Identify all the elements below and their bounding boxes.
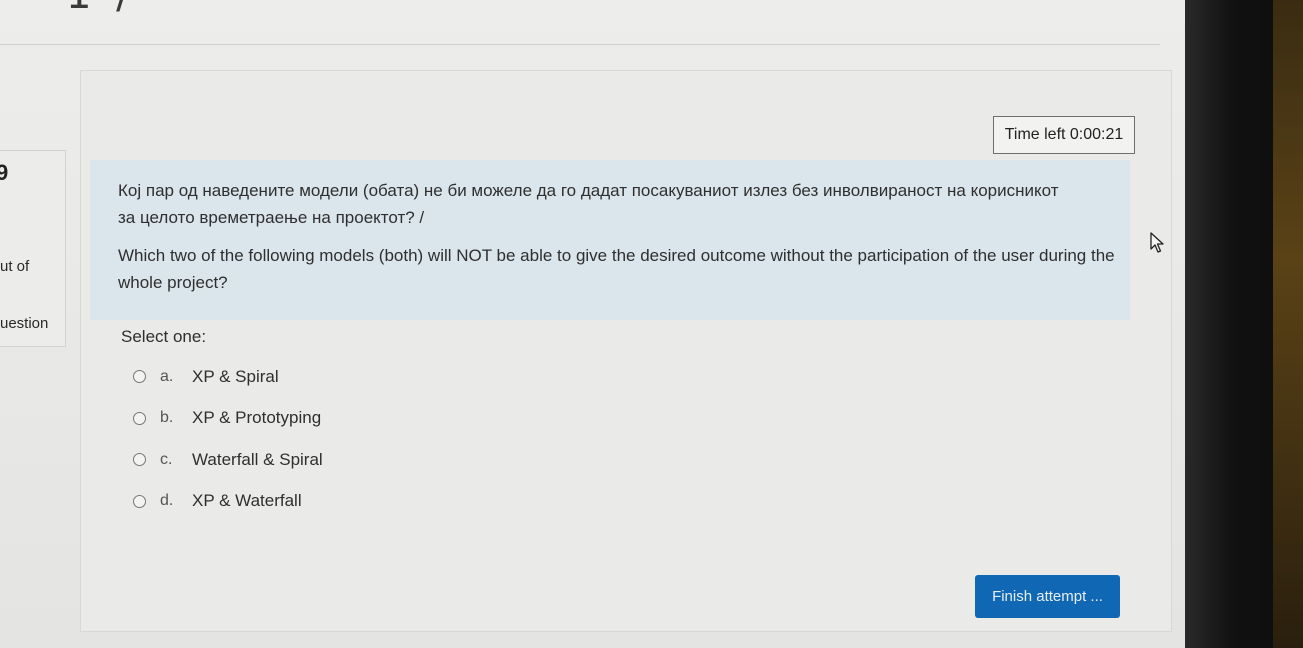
divider	[0, 44, 1160, 45]
time-left-indicator: Time left 0:00:21	[993, 116, 1135, 154]
option-c[interactable]: c. Waterfall & Spiral	[133, 439, 323, 481]
option-text: XP & Waterfall	[192, 491, 302, 511]
monitor-bezel	[1185, 0, 1303, 648]
radio-button[interactable]	[133, 411, 146, 425]
flag-question-link[interactable]: uestion	[0, 315, 48, 332]
question-number: 9	[0, 160, 9, 185]
select-one-label: Select one:	[121, 327, 207, 346]
option-d[interactable]: d. XP & Waterfall	[133, 481, 323, 523]
option-text: XP & Spiral	[192, 366, 279, 386]
question-card	[80, 70, 1172, 632]
option-text: Waterfall & Spiral	[192, 449, 323, 469]
option-letter: b.	[160, 409, 174, 427]
radio-button[interactable]	[133, 370, 146, 384]
mouse-pointer-icon	[1150, 232, 1164, 253]
option-b[interactable]: b. XP & Prototyping	[133, 398, 323, 440]
radio-button[interactable]	[133, 494, 146, 508]
finish-attempt-button[interactable]: Finish attempt ...	[975, 575, 1120, 618]
marks-label: ut of	[0, 258, 30, 275]
background-strip	[1273, 0, 1303, 648]
question-text-macedonian: Кој пар од наведените модели (обата) не …	[118, 181, 1059, 227]
option-letter: a.	[160, 367, 174, 385]
option-a[interactable]: a. XP & Spiral	[133, 356, 323, 398]
answer-options: a. XP & Spiral b. XP & Prototyping c. Wa…	[133, 356, 323, 522]
option-text: XP & Prototyping	[192, 408, 322, 428]
quiz-page: –1 / – – 9 ut of uestion Time left 0:00:…	[0, 0, 1185, 648]
option-letter: c.	[160, 450, 173, 468]
radio-button[interactable]	[133, 453, 146, 467]
option-letter: d.	[160, 492, 174, 510]
question-text-english: Which two of the following models (both)…	[118, 246, 1115, 292]
page-heading-fragment: –1 / – –	[40, 0, 225, 18]
